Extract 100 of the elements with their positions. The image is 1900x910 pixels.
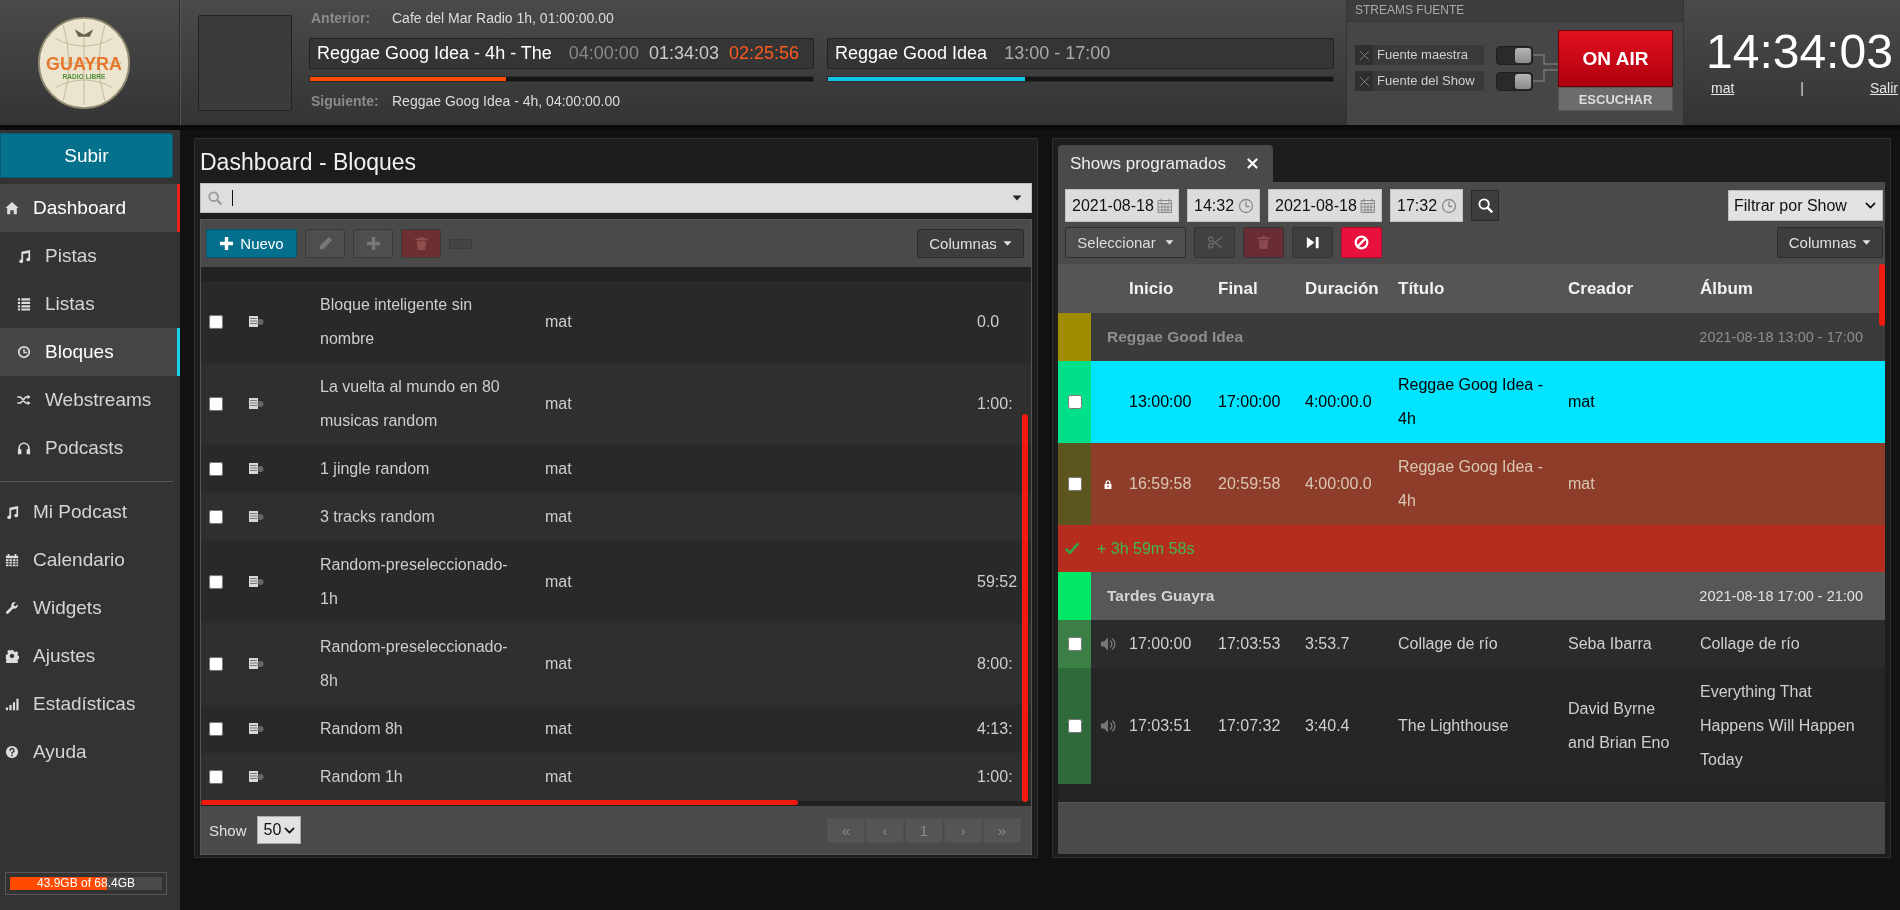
on-air-button[interactable]: ON AIR	[1558, 30, 1673, 87]
row-checkbox[interactable]	[209, 315, 223, 329]
scrollbar-thumb[interactable]	[201, 800, 798, 805]
nav-item[interactable]: Podcasts	[0, 424, 180, 472]
end-time-cell-text: 17:03:53	[1218, 634, 1281, 654]
row-checkbox[interactable]	[1067, 477, 1082, 491]
block-title: 3 tracks random	[320, 507, 436, 527]
nav-item[interactable]: Bloques	[0, 328, 180, 376]
search-button[interactable]	[1471, 190, 1499, 221]
cancel-button[interactable]	[1341, 227, 1382, 258]
nav-item[interactable]: Pistas	[0, 232, 180, 280]
playlist-icon	[247, 314, 265, 330]
calendar-icon	[1157, 197, 1173, 214]
column-header[interactable]: Duración	[1305, 278, 1379, 299]
wire-connector	[1533, 54, 1558, 82]
nav-item[interactable]: Dashboard	[0, 184, 180, 232]
column-header[interactable]: Creador	[1568, 278, 1634, 299]
shuffle-icon	[17, 393, 31, 407]
select-dropdown-button[interactable]: Seleccionar	[1065, 227, 1186, 258]
nav-item[interactable]: Ajustes	[0, 632, 180, 680]
block-duration: 59:52	[977, 572, 1018, 592]
search-field[interactable]	[200, 183, 1032, 213]
row-checkbox[interactable]	[209, 575, 223, 589]
duration-cell-text: 3:40.4	[1305, 716, 1350, 736]
listen-button[interactable]: ESCUCHAR	[1558, 87, 1673, 111]
playlist-icon	[247, 461, 265, 477]
track-row[interactable]: 13:00:00 17:00:00 4:00:00.0 Reggae Goog Idea - 4h mat	[1058, 361, 1885, 443]
playlist-icon	[247, 509, 265, 525]
block-title: Random-preseleccionado-8h	[320, 637, 509, 691]
logout-link[interactable]: Salir	[1870, 80, 1898, 97]
skip-button[interactable]	[1292, 227, 1333, 258]
duration-cell-text: 4:00:00.0	[1305, 392, 1372, 412]
wrench-icon	[5, 601, 19, 615]
nav-item[interactable]: Mi Podcast	[0, 488, 180, 536]
start-time-field[interactable]: 14:32	[1187, 189, 1260, 222]
end-time-field[interactable]: 17:32	[1390, 189, 1463, 222]
row-checkbox[interactable]	[1067, 637, 1082, 651]
caret-icon	[1164, 238, 1174, 247]
show-time: 2021-08-18 17:00 - 21:00	[1699, 588, 1863, 604]
track-row[interactable]: 16:59:58 20:59:58 4:00:00.0 Reggae Goog Idea - 4h mat	[1058, 443, 1885, 525]
upload-button[interactable]: Subir	[0, 133, 173, 178]
show-time: 2021-08-18 13:00 - 17:00	[1699, 329, 1863, 345]
row-checkbox[interactable]	[209, 462, 223, 476]
link-separator: |	[1800, 80, 1804, 97]
column-header[interactable]: Inicio	[1129, 278, 1174, 299]
columns-button[interactable]: Columnas	[1777, 227, 1883, 258]
block-owner: mat	[545, 719, 572, 739]
next-track: Reggae Goog Idea - 4h, 04:00:00.00	[392, 93, 621, 109]
row-checkbox[interactable]	[209, 657, 223, 671]
album-cell-text: Collage de río	[1700, 634, 1800, 654]
title-cell-text: Reggae Goog Idea - 4h	[1398, 375, 1544, 429]
calendar-icon	[5, 553, 19, 567]
end-date-field[interactable]: 2021-08-18	[1268, 189, 1382, 222]
block-title: Random 1h	[320, 767, 404, 787]
music-note-icon	[5, 505, 19, 519]
nav-item[interactable]: Webstreams	[0, 376, 180, 424]
disconnect-button[interactable]	[1355, 71, 1373, 91]
check-icon	[1065, 541, 1079, 556]
column-header[interactable]: Título	[1398, 278, 1445, 299]
nav-item[interactable]: Ayuda	[0, 728, 180, 776]
column-header[interactable]: Final	[1218, 278, 1258, 299]
start-date-field[interactable]: 2021-08-18	[1065, 189, 1179, 222]
cancel-icon	[1354, 235, 1369, 250]
row-checkbox[interactable]	[209, 722, 223, 736]
nav-item[interactable]: Calendario	[0, 536, 180, 584]
block-owner: mat	[545, 312, 572, 332]
trash-icon	[413, 236, 429, 251]
block-title: 1 jingle random	[320, 459, 431, 479]
row-checkbox[interactable]	[209, 510, 223, 524]
block-title: La vuelta al mundo en 80 musicas random	[320, 377, 501, 431]
shows-tab[interactable]: Shows programados	[1058, 145, 1273, 182]
nav-item[interactable]: Estadísticas	[0, 680, 180, 728]
start-time-cell-text: 17:00:00	[1129, 634, 1192, 654]
pencil-icon	[317, 236, 333, 251]
column-header[interactable]: Álbum	[1700, 278, 1753, 299]
scrollbar-thumb[interactable]	[1879, 264, 1885, 326]
new-button[interactable]: Nuevo	[206, 229, 297, 258]
nav-item[interactable]: Widgets	[0, 584, 180, 632]
playlist-icon	[247, 721, 265, 737]
page-size-select[interactable]: 50	[256, 816, 301, 844]
close-icon[interactable]	[1245, 157, 1259, 170]
block-duration: 8:00:	[977, 654, 1013, 674]
block-duration: 0.0	[977, 312, 1000, 332]
row-checkbox[interactable]	[1067, 719, 1082, 733]
row-checkbox[interactable]	[209, 770, 223, 784]
show-filter-select[interactable]: Filtrar por Show	[1728, 190, 1883, 221]
track-row[interactable]: 17:00:00 17:03:53 3:53.7 Collage de río Seba Ibarra Collage de río	[1058, 620, 1885, 668]
music-note-icon	[17, 249, 31, 263]
scrollbar-thumb[interactable]	[1022, 414, 1028, 802]
user-link[interactable]: mat	[1711, 80, 1735, 97]
block-owner: mat	[545, 459, 572, 479]
search-icon	[1477, 198, 1493, 213]
plus-icon	[219, 236, 235, 251]
row-checkbox[interactable]	[209, 397, 223, 411]
columns-button[interactable]: Columnas	[917, 229, 1024, 258]
block-title: Bloque inteligente sin nombre	[320, 295, 474, 349]
disconnect-button[interactable]	[1355, 45, 1373, 65]
playlist-icon	[247, 574, 265, 590]
nav-item[interactable]: Listas	[0, 280, 180, 328]
row-checkbox[interactable]	[1067, 395, 1082, 409]
